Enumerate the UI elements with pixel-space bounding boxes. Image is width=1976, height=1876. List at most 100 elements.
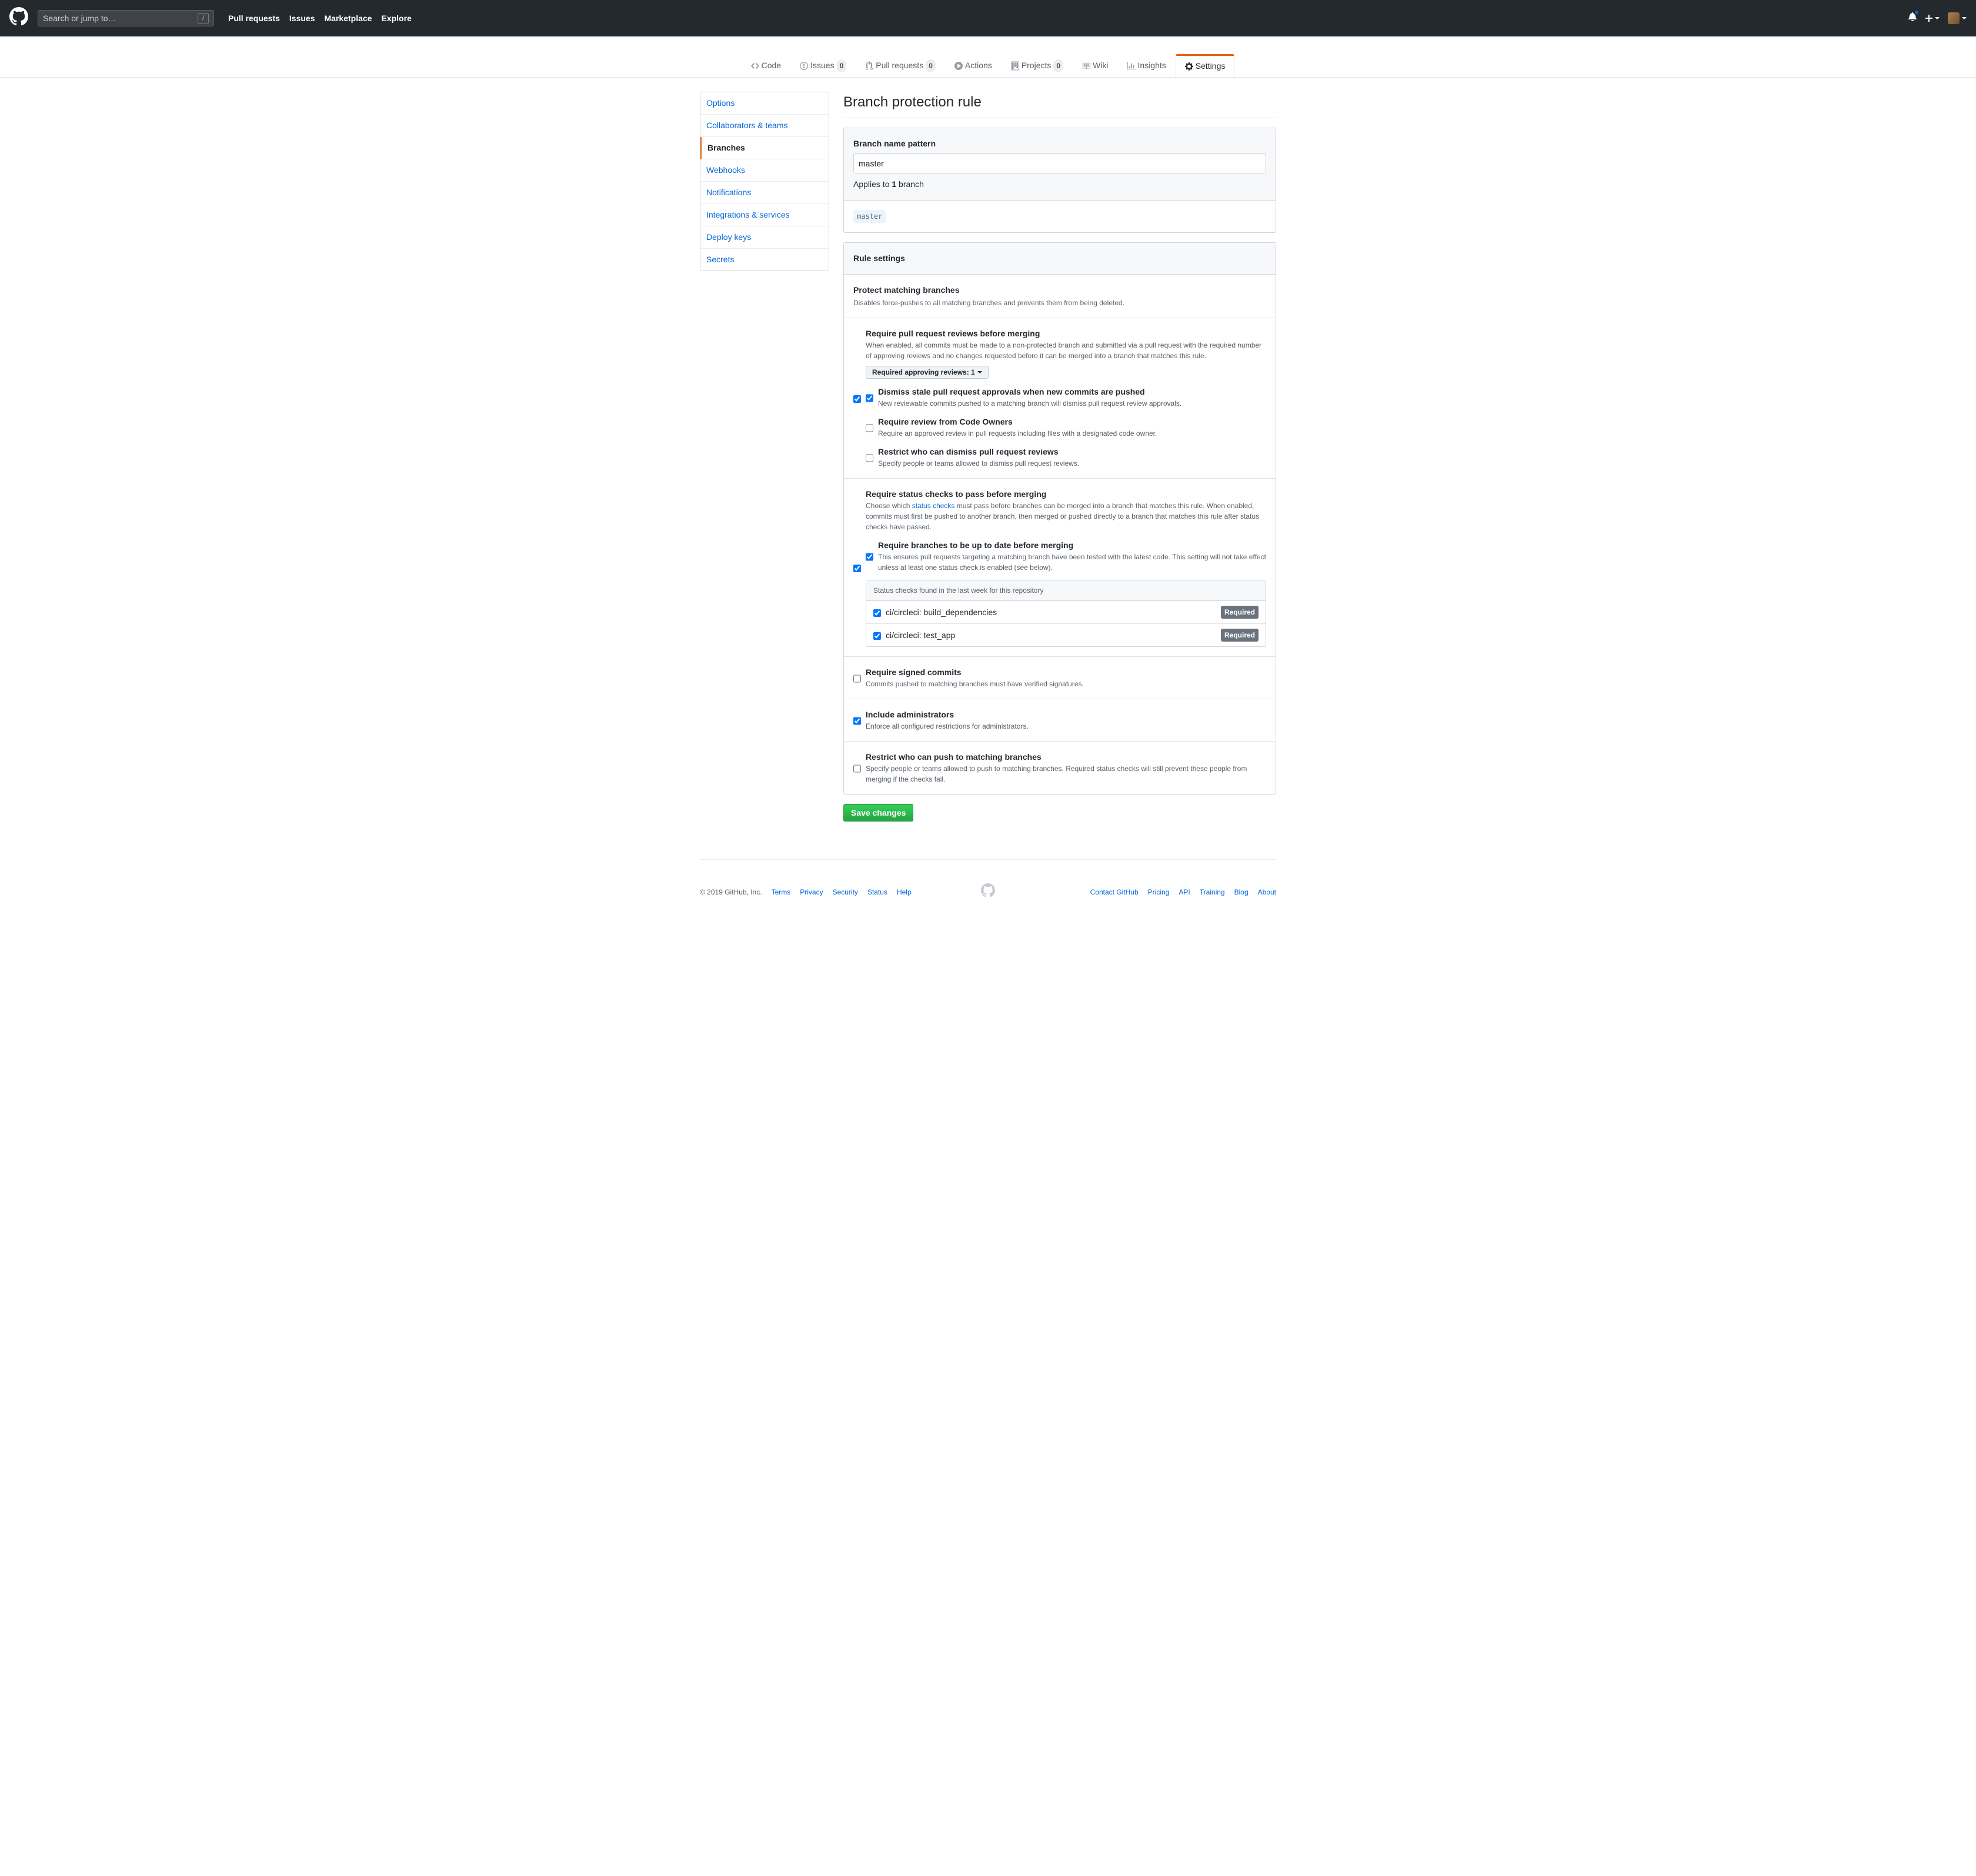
nav-marketplace[interactable]: Marketplace [320,12,377,25]
tab-pulls[interactable]: Pull requests 0 [856,54,945,77]
status-checks-link[interactable]: status checks [912,502,955,510]
status-check-row: ci/circleci: test_app Required [866,624,1266,646]
required-badge: Required [1221,606,1259,619]
projects-count: 0 [1053,59,1063,72]
save-button[interactable]: Save changes [843,804,913,822]
require-uptodate-desc: This ensures pull requests targeting a m… [878,552,1266,573]
search-box[interactable]: / [38,10,214,26]
footer-help[interactable]: Help [897,888,912,896]
protect-desc: Disables force-pushes to all matching br… [853,298,1266,308]
status-check-row: ci/circleci: build_dependencies Required [866,601,1266,624]
require-status-checkbox[interactable] [853,490,861,647]
code-owners-checkbox[interactable] [866,418,873,439]
include-admins-checkbox[interactable] [853,710,861,732]
nav-explore[interactable]: Explore [376,12,416,25]
status-check-checkbox[interactable] [873,632,881,640]
matched-branch-tag: master [853,210,886,223]
require-status-label: Require status checks to pass before mer… [866,489,1046,499]
plus-icon [1925,14,1932,23]
code-owners-label: Require review from Code Owners [878,417,1013,426]
tab-issues[interactable]: Issues 0 [790,54,856,77]
create-new-dropdown[interactable] [1925,14,1940,23]
branch-pattern-box: Branch name pattern Applies to 1 branch … [843,128,1276,233]
status-check-checkbox[interactable] [873,609,881,617]
notifications-button[interactable] [1908,12,1917,25]
signed-commits-checkbox[interactable] [853,668,861,689]
issue-icon [800,61,808,71]
graph-icon [1127,61,1136,71]
pr-icon [865,61,873,71]
restrict-push-label: Restrict who can push to matching branch… [866,752,1042,762]
search-slash-hint: / [198,13,209,24]
menu-collaborators[interactable]: Collaborators & teams [700,115,829,137]
required-badge: Required [1221,629,1259,642]
rule-settings-heading: Rule settings [844,243,1276,275]
global-header: / Pull requests Issues Marketplace Explo… [0,0,1976,36]
branch-pattern-label: Branch name pattern [853,138,1266,150]
issues-count: 0 [837,59,847,72]
caret-icon [977,371,982,373]
site-footer: © 2019 GitHub, Inc. Terms Privacy Securi… [700,859,1276,924]
include-admins-desc: Enforce all configured restrictions for … [866,721,1266,732]
user-menu[interactable] [1948,12,1967,24]
footer-privacy[interactable]: Privacy [800,888,823,896]
require-uptodate-checkbox[interactable] [866,541,873,573]
tab-insights[interactable]: Insights [1118,54,1176,77]
header-nav: Pull requests Issues Marketplace Explore [223,12,416,25]
menu-branches[interactable]: Branches [700,137,829,159]
footer-github-logo[interactable] [981,883,995,900]
repo-nav: Code Issues 0 Pull requests 0 Actions Pr… [0,36,1976,78]
caret-icon [1962,17,1967,19]
restrict-push-desc: Specify people or teams allowed to push … [866,763,1266,785]
tab-code[interactable]: Code [742,54,790,77]
footer-security[interactable]: Security [833,888,858,896]
footer-contact[interactable]: Contact GitHub [1090,888,1139,896]
book-icon [1082,61,1090,71]
branch-pattern-input[interactable] [853,153,1266,173]
tab-actions[interactable]: Actions [945,54,1002,77]
restrict-push-checkbox[interactable] [853,753,861,785]
menu-secrets[interactable]: Secrets [700,249,829,271]
footer-training[interactable]: Training [1200,888,1225,896]
menu-options[interactable]: Options [700,92,829,115]
restrict-dismiss-checkbox[interactable] [866,448,873,469]
required-reviews-dropdown[interactable]: Required approving reviews: 1 [866,366,989,379]
nav-issues[interactable]: Issues [285,12,320,25]
github-logo[interactable] [9,7,28,29]
rule-settings-box: Rule settings Protect matching branches … [843,242,1276,795]
menu-integrations[interactable]: Integrations & services [700,204,829,226]
signed-commits-desc: Commits pushed to matching branches must… [866,679,1266,689]
footer-about[interactable]: About [1258,888,1276,896]
menu-notifications[interactable]: Notifications [700,182,829,204]
gear-icon [1185,62,1193,71]
dismiss-stale-checkbox[interactable] [866,388,873,409]
protect-title: Protect matching branches [853,284,1266,296]
tab-settings[interactable]: Settings [1176,54,1235,77]
play-icon [954,61,963,71]
require-pr-reviews-label: Require pull request reviews before merg… [866,329,1040,338]
tab-wiki[interactable]: Wiki [1073,54,1117,77]
status-checks-list: Status checks found in the last week for… [866,580,1266,647]
require-pr-reviews-desc: When enabled, all commits must be made t… [866,340,1266,361]
footer-status[interactable]: Status [867,888,887,896]
search-input[interactable] [43,14,198,23]
github-mark-icon [981,883,995,897]
code-owners-desc: Require an approved review in pull reque… [878,428,1266,439]
menu-deploykeys[interactable]: Deploy keys [700,226,829,249]
footer-api[interactable]: API [1179,888,1190,896]
status-check-name: ci/circleci: test_app [886,629,1221,642]
status-checks-header: Status checks found in the last week for… [866,580,1266,601]
pulls-count: 0 [926,59,936,72]
menu-webhooks[interactable]: Webhooks [700,159,829,182]
project-icon [1011,61,1019,71]
tab-projects[interactable]: Projects 0 [1002,54,1073,77]
footer-terms[interactable]: Terms [772,888,791,896]
footer-pricing[interactable]: Pricing [1148,888,1170,896]
notification-indicator [1914,9,1920,15]
restrict-dismiss-desc: Specify people or teams allowed to dismi… [878,458,1266,469]
copyright: © 2019 GitHub, Inc. [700,887,762,897]
footer-blog[interactable]: Blog [1234,888,1249,896]
avatar [1948,12,1960,24]
nav-pulls[interactable]: Pull requests [223,12,285,25]
require-pr-reviews-checkbox[interactable] [853,329,861,469]
